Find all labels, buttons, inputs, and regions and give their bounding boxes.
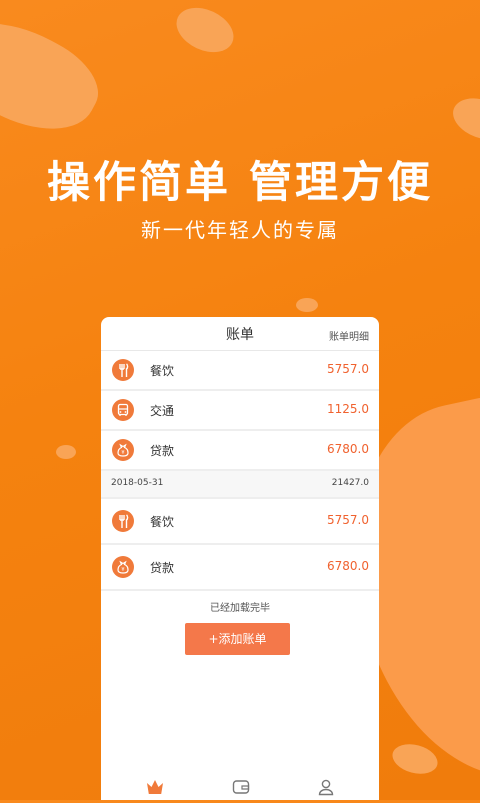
bill-amount: 5757.0: [327, 362, 369, 376]
bill-amount: 6780.0: [327, 442, 369, 456]
bill-amount: 1125.0: [327, 402, 369, 416]
crown-icon: [147, 780, 163, 794]
bill-amount: 5757.0: [327, 513, 369, 527]
tab-home[interactable]: [145, 778, 165, 796]
fork-knife-icon: [112, 510, 134, 532]
bill-detail-link[interactable]: 账单明细: [329, 328, 369, 343]
bill-category: 餐饮: [150, 364, 175, 378]
bill-row-loan[interactable]: ¥ 贷款 6780.0: [101, 431, 379, 471]
bus-icon: [112, 399, 134, 421]
tab-bar: [101, 770, 379, 800]
bill-category: 贷款: [150, 444, 175, 458]
background-blob: [169, 0, 241, 61]
money-bag-icon: ¥: [112, 556, 134, 578]
add-bill-button[interactable]: +添加账单: [185, 623, 290, 655]
group-total: 21427.0: [331, 478, 369, 488]
svg-text:¥: ¥: [121, 567, 124, 573]
money-bag-icon: ¥: [112, 439, 134, 461]
background-blob: [0, 0, 112, 153]
bill-row-loan[interactable]: ¥ 贷款 6780.0: [101, 545, 379, 591]
bill-amount: 6780.0: [327, 559, 369, 573]
user-icon: [318, 779, 334, 796]
svg-text:¥: ¥: [121, 450, 124, 456]
tab-user[interactable]: [316, 778, 336, 796]
loaded-status: 已经加载完毕: [210, 603, 270, 614]
date-group-header: 2018-05-31 21427.0: [101, 471, 379, 499]
background-blob: [389, 739, 441, 779]
hero-subline: 新一代年轻人的专属: [141, 218, 339, 242]
bill-category: 贷款: [150, 561, 175, 575]
bill-row-transport[interactable]: 交通 1125.0: [101, 391, 379, 431]
phone-header: 账单 账单明细: [101, 317, 379, 351]
wallet-icon: [232, 780, 250, 794]
phone-mockup: 账单 账单明细 餐饮 5757.0 交通 1125.0 ¥ 贷款 6780.0 …: [101, 317, 379, 800]
background-blob: [296, 298, 318, 312]
bill-category: 交通: [150, 404, 175, 418]
background-blob: [205, 36, 227, 50]
bill-row-food[interactable]: 餐饮 5757.0: [101, 499, 379, 545]
background-blob: [447, 90, 480, 148]
bill-row-food[interactable]: 餐饮 5757.0: [101, 351, 379, 391]
tab-wallet[interactable]: [231, 778, 251, 796]
bill-category: 餐饮: [150, 515, 175, 529]
group-date: 2018-05-31: [111, 478, 164, 488]
fork-knife-icon: [112, 359, 134, 381]
hero-headline: 操作简单 管理方便: [47, 158, 433, 208]
background-blob: [56, 445, 76, 459]
